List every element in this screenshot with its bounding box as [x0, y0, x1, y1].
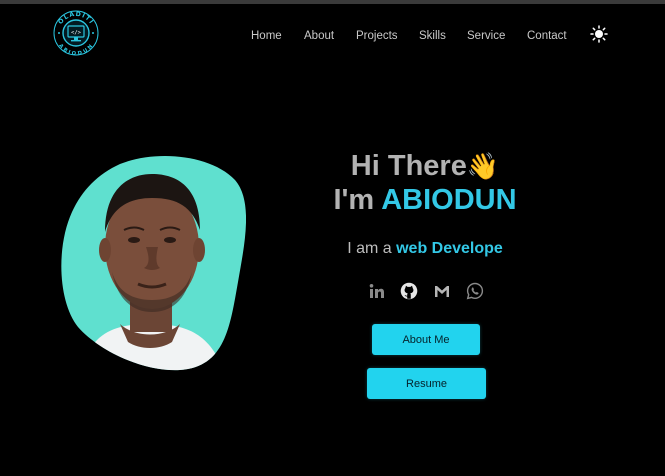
sun-icon	[590, 25, 608, 43]
linkedin-link[interactable]	[368, 282, 386, 300]
whatsapp-icon	[466, 282, 484, 300]
theme-toggle-button[interactable]	[590, 25, 608, 43]
hero-name: I'm ABIODUN	[290, 184, 560, 217]
logo-center-glyph: </>	[71, 30, 82, 36]
nav-about[interactable]: About	[304, 30, 334, 42]
role-typing-text: web Develope	[396, 240, 503, 257]
github-link[interactable]	[400, 282, 418, 300]
nav-contact[interactable]: Contact	[527, 30, 567, 42]
nav-projects[interactable]: Projects	[356, 30, 398, 42]
greeting-text: Hi There	[350, 150, 467, 182]
github-icon	[400, 282, 418, 300]
about-me-button[interactable]: About Me	[372, 324, 480, 355]
site-logo[interactable]: OLADITI ABIODUN </>	[53, 10, 99, 57]
resume-button[interactable]: Resume	[367, 368, 486, 399]
gmail-link[interactable]	[433, 282, 451, 300]
role-prefix: I am a	[347, 240, 392, 257]
linkedin-icon	[369, 284, 384, 298]
name-prefix: I'm	[333, 184, 382, 216]
waving-hand-icon: 👋	[466, 151, 500, 181]
hero-greeting: Hi There👋	[290, 150, 560, 183]
role-line: I am a web Develope	[300, 240, 550, 258]
name-text: ABIODUN	[381, 184, 517, 216]
gmail-icon	[435, 286, 449, 297]
whatsapp-link[interactable]	[466, 282, 484, 300]
browser-top-strip	[0, 0, 665, 4]
profile-avatar	[60, 152, 246, 374]
code-monitor-logo-icon: OLADITI ABIODUN </>	[53, 10, 99, 57]
nav-service[interactable]: Service	[467, 30, 505, 42]
nav-skills[interactable]: Skills	[419, 30, 446, 42]
nav-home[interactable]: Home	[251, 30, 282, 42]
